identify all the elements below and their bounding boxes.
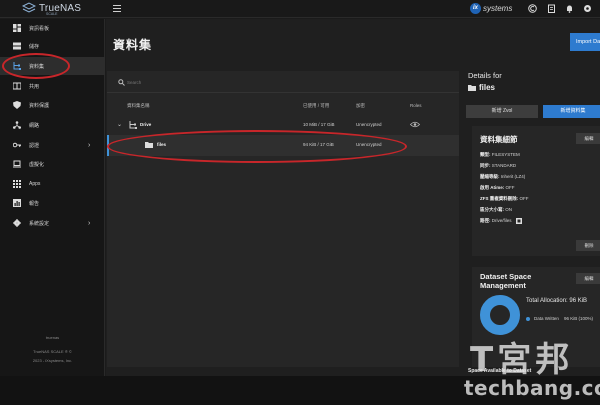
sidebar-item-virtualization[interactable]: 虛擬化 [0, 155, 105, 173]
sidebar-item-reports[interactable]: 報告 [0, 194, 105, 212]
search-input[interactable] [127, 78, 327, 87]
card-title-line1: Dataset Space [480, 272, 532, 281]
sidebar-item-label: 報告 [29, 200, 40, 207]
card-title: 資料集細節 [480, 135, 518, 144]
info-atime: 啟用 Atime: OFF [480, 185, 515, 190]
annotation-circle-row [107, 130, 407, 163]
storage-icon [13, 42, 21, 50]
column-header-name[interactable]: 資料集名稱 [127, 103, 150, 109]
dataset-tree-panel: 資料集名稱 已使用 / 可用 加密 Roles ⌄ Drive 10 MiB /… [107, 71, 459, 367]
watermark-glyphs: T宮邦 [470, 340, 574, 380]
info-compression: 壓縮等級: Inherit (LZ4) [480, 174, 526, 179]
delete-button[interactable]: 刪除 [576, 240, 600, 251]
annotation-circle-sidebar [2, 53, 70, 79]
vendor-name: systems [483, 4, 513, 13]
legend-value: 96 KiB (100%) [564, 316, 594, 321]
apps-icon [13, 180, 21, 188]
details-header: Details for [468, 71, 502, 80]
copy-icon[interactable] [515, 218, 522, 224]
legend-dot [526, 317, 530, 321]
info-path: 路徑: Drive/files [480, 218, 522, 224]
info-type: 類型: FILESYSTEM [480, 152, 520, 157]
sidebar-item-system-settings[interactable]: 系統設定 › [0, 214, 105, 232]
sidebar-item-label: 網路 [29, 122, 40, 129]
sidebar-item-credentials[interactable]: 認證 › [0, 136, 105, 154]
info-dedup: ZFS 重複資料刪除: OFF [480, 196, 529, 201]
chevron-right-icon: › [88, 141, 91, 149]
truecommand-icon[interactable] [528, 4, 537, 13]
copyright: 2023 - iXsystems, Inc. [32, 358, 73, 363]
key-icon [13, 142, 21, 148]
selected-dataset-title: files [468, 83, 495, 92]
info-sync: 同步: STANDARD [480, 163, 517, 168]
sidebar-item-label: 虛擬化 [29, 161, 45, 168]
sidebar-item-label: 系統設定 [29, 220, 50, 227]
shares-icon [13, 82, 21, 90]
roles-eye-icon [410, 121, 420, 128]
clipboard-icon[interactable] [547, 4, 556, 13]
sidebar-item-dashboard[interactable]: 資訊看板 [0, 19, 105, 37]
sidebar-item-apps[interactable]: Apps [0, 175, 105, 193]
network-icon [13, 121, 21, 129]
hostname: truenas [45, 335, 60, 340]
search-icon [118, 79, 125, 86]
truenas-logo-icon [22, 2, 36, 13]
details-panel: Details for files 新增 Zvol 新增資料集 資料集細節 編輯… [466, 71, 600, 376]
dataset-name: Drive [140, 122, 152, 127]
page-title: 資料集 [113, 38, 153, 52]
sidebar-item-label: 儲存 [29, 43, 40, 50]
sidebar-item-shares[interactable]: 共用 [0, 77, 105, 95]
sidebar-item-label: 共用 [29, 83, 40, 90]
sidebar-item-data-protection[interactable]: 資料保護 [0, 96, 105, 114]
add-dataset-button[interactable]: 新增資料集 [543, 105, 600, 118]
brand-subtitle: SCALE [46, 12, 58, 16]
ixsystems-logo[interactable]: ix systems [470, 3, 512, 14]
space-donut-chart [480, 295, 520, 335]
total-allocation: Total Allocation: 96 KiB [526, 298, 588, 304]
search-bar [107, 71, 459, 93]
sidebar-item-label: Apps [29, 181, 41, 187]
dashboard-icon [13, 24, 21, 32]
sidebar-item-label: 認證 [29, 142, 40, 149]
import-button[interactable]: Import Da [570, 33, 600, 51]
settings-icon[interactable] [583, 4, 592, 13]
chevron-right-icon: › [88, 219, 91, 227]
edit-button[interactable]: 編輯 [576, 133, 600, 144]
dataset-encryption: Unencrypted [356, 122, 382, 127]
column-header-used-available[interactable]: 已使用 / 可用 [303, 103, 329, 109]
hamburger-icon[interactable] [113, 5, 121, 12]
gear-icon [13, 219, 21, 227]
main-content: 資料集 Import Da 資料集名稱 已使用 / 可用 加密 Roles ⌄ … [106, 19, 600, 376]
dataset-used: 10 MiB / 17 GiB [303, 122, 335, 127]
selected-dataset-name: files [479, 83, 496, 92]
sidebar-item-label: 資訊看板 [29, 25, 50, 32]
dataset-details-card: 資料集細節 編輯 類型: FILESYSTEM 同步: STANDARD 壓縮等… [472, 126, 600, 256]
sidebar-item-network[interactable]: 網路 [0, 116, 105, 134]
laptop-icon [13, 160, 21, 168]
card-title-line2: Management [480, 281, 526, 290]
bell-icon[interactable] [565, 4, 574, 13]
sidebar-item-storage[interactable]: 儲存 [0, 37, 105, 55]
add-zvol-button[interactable]: 新增 Zvol [466, 105, 538, 118]
folder-icon [468, 84, 476, 91]
column-header-encryption[interactable]: 加密 [356, 103, 365, 109]
reports-icon [13, 199, 21, 207]
ix-badge: ix [470, 3, 481, 14]
chevron-down-icon[interactable]: ⌄ [117, 121, 122, 128]
legend-label: Data Written [534, 316, 559, 321]
edit-button[interactable]: 編輯 [576, 273, 600, 284]
shield-icon [13, 101, 21, 109]
watermark: T宮邦 techbang.com [456, 332, 600, 405]
top-bar: TrueNAS SCALE ix systems [0, 0, 600, 18]
sidebar-item-label: 資料保護 [29, 102, 50, 109]
dataset-tree-icon [129, 121, 137, 129]
info-case-sensitivity: 區分大小寫: ON [480, 207, 513, 212]
watermark-text: techbang.com [464, 376, 600, 400]
product-version: TrueNAS SCALE ® © [33, 349, 72, 354]
column-header-roles: Roles [410, 103, 422, 108]
